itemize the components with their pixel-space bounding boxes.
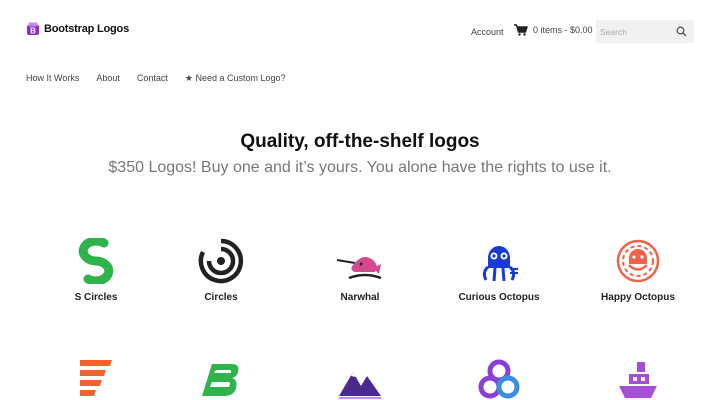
nav-how-it-works[interactable]: How It Works: [26, 73, 79, 84]
search-icon[interactable]: [676, 26, 687, 37]
hero-title: Quality, off-the-shelf logos: [240, 131, 480, 152]
logo-card-curious-octopus[interactable]: Curious Octopus: [429, 238, 569, 303]
cart-icon: [514, 24, 528, 36]
logo-card-s-circles[interactable]: S Circles: [26, 238, 166, 303]
stacked-f-logo: [80, 360, 112, 396]
s-circles-logo: [78, 238, 114, 284]
logo-card-ship[interactable]: [568, 358, 708, 400]
cart-summary: 0 items - $0.00: [533, 25, 593, 35]
logo-card-rings[interactable]: [429, 358, 569, 400]
account-link[interactable]: Account: [471, 27, 504, 37]
search-box: [596, 20, 694, 43]
brand-name: Bootstrap Logos: [44, 23, 129, 35]
nav-custom-logo[interactable]: ★ Need a Custom Logo?: [185, 73, 286, 84]
logo-card-happy-octopus[interactable]: Happy Octopus: [568, 238, 708, 303]
rings-logo: [478, 359, 520, 399]
logo-card-circles[interactable]: Circles: [151, 238, 291, 303]
main-nav: How It Works About Contact ★ Need a Cust…: [26, 73, 303, 84]
happy-octopus-logo: [616, 239, 660, 283]
logo-name: Happy Octopus: [601, 292, 675, 303]
ship-logo: [619, 362, 657, 398]
logo-card-mountains[interactable]: [290, 358, 430, 400]
b-lines-logo: [202, 364, 239, 396]
logo-card-stacked-f[interactable]: [26, 358, 166, 400]
circles-logo: [198, 238, 244, 284]
svg-text:B: B: [30, 27, 36, 36]
hero-subtitle: $350 Logos! Buy one and it’s yours. You …: [108, 159, 612, 176]
logo-card-b-lines[interactable]: [151, 358, 291, 400]
nav-about[interactable]: About: [96, 73, 120, 84]
logo-name: Circles: [204, 292, 238, 303]
site-header: B Bootstrap Logos Account 0 items - $0.0…: [0, 0, 720, 62]
logo-name: S Circles: [74, 292, 118, 303]
brand-logo-link[interactable]: B Bootstrap Logos: [26, 22, 129, 36]
nav-contact[interactable]: Contact: [137, 73, 168, 84]
curious-octopus-logo: [482, 246, 518, 282]
logo-name: Curious Octopus: [458, 292, 540, 303]
cart-button[interactable]: 0 items - $0.00: [514, 24, 593, 36]
logo-name: Narwhal: [340, 292, 380, 303]
brand-mark-icon: B: [27, 22, 39, 36]
narwhal-logo: [336, 256, 382, 280]
search-input[interactable]: [596, 26, 670, 37]
logo-card-narwhal[interactable]: Narwhal: [290, 238, 430, 303]
mountains-logo: [339, 372, 381, 399]
